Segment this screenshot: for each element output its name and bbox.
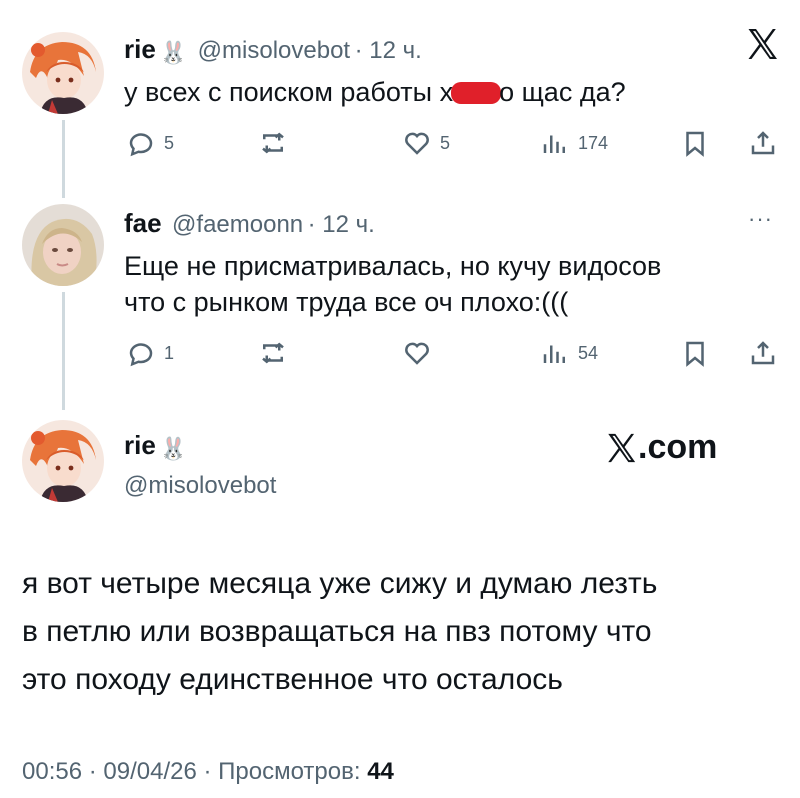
bookmark-button[interactable] (680, 338, 710, 368)
user-handle[interactable]: @misolovebot (198, 37, 350, 64)
views-icon (543, 345, 565, 363)
like-button[interactable]: 5 (402, 128, 450, 158)
brand-text: .com (638, 428, 718, 466)
avatar[interactable] (22, 32, 104, 114)
x-logo-icon (608, 433, 636, 462)
like-button[interactable] (402, 338, 440, 368)
tweet-text: Еще не присматривалась, но кучу видосов … (124, 251, 662, 317)
views-icon (543, 135, 565, 153)
timestamp[interactable]: · 12 ч. (308, 211, 375, 238)
display-name[interactable]: fae (124, 208, 162, 238)
reply-icon (129, 343, 153, 367)
repost-icon (262, 342, 284, 364)
redaction-mark (451, 82, 502, 104)
reply-button[interactable]: 1 (126, 338, 174, 368)
bookmark-icon (686, 341, 704, 367)
tweet-header: rie 🐰 (124, 430, 187, 462)
share-icon (751, 131, 775, 155)
thread-line (62, 120, 65, 198)
share-button[interactable] (748, 128, 778, 158)
heart-icon (405, 342, 429, 365)
timestamp[interactable]: 00:56 · 09/04/26 · Просмотров: (22, 758, 361, 785)
bunny-emoji-icon: 🐰 (159, 436, 188, 461)
display-name[interactable]: rie (124, 430, 156, 460)
avatar[interactable] (22, 420, 104, 502)
tweet-header: rie 🐰 @misolovebot · 12 ч. (124, 34, 422, 66)
thread-line (62, 292, 65, 410)
bookmark-icon (686, 131, 704, 157)
heart-icon (405, 132, 429, 155)
display-name[interactable]: rie (124, 34, 156, 64)
bunny-emoji-icon: 🐰 (159, 40, 188, 65)
reply-button[interactable]: 5 (126, 128, 174, 158)
tweet-header: fae @faemoonn · 12 ч. (124, 208, 375, 239)
views-count: 54 (578, 342, 599, 363)
avatar[interactable] (22, 204, 104, 286)
views-button[interactable]: 174 (540, 128, 608, 158)
user-handle[interactable]: @faemoonn (172, 211, 303, 238)
views-button[interactable]: 54 (540, 338, 598, 368)
user-handle[interactable]: @misolovebot (124, 472, 276, 500)
repost-button[interactable] (258, 338, 288, 368)
share-button[interactable] (748, 338, 778, 368)
like-count: 5 (440, 132, 451, 153)
tweet-text: у всех с поиском работы хо щас да? (124, 77, 626, 107)
bookmark-button[interactable] (680, 128, 710, 158)
x-logo-icon (744, 26, 780, 62)
repost-icon (262, 132, 284, 154)
more-options-button[interactable]: ··· (748, 206, 773, 232)
tweet-meta: 00:56 · 09/04/26 · Просмотров: 44 (22, 758, 394, 786)
share-icon (751, 341, 775, 365)
timestamp[interactable]: · 12 ч. (355, 37, 422, 64)
reply-count: 5 (164, 132, 175, 153)
views-count: 174 (578, 132, 609, 153)
tweet-text: я вот четыре месяца уже сижу и думаю лез… (22, 567, 658, 696)
x-com-brand: .com (604, 428, 717, 467)
reply-icon (129, 133, 153, 157)
views-count: 44 (367, 758, 394, 785)
reply-count: 1 (164, 342, 175, 363)
repost-button[interactable] (258, 128, 296, 158)
